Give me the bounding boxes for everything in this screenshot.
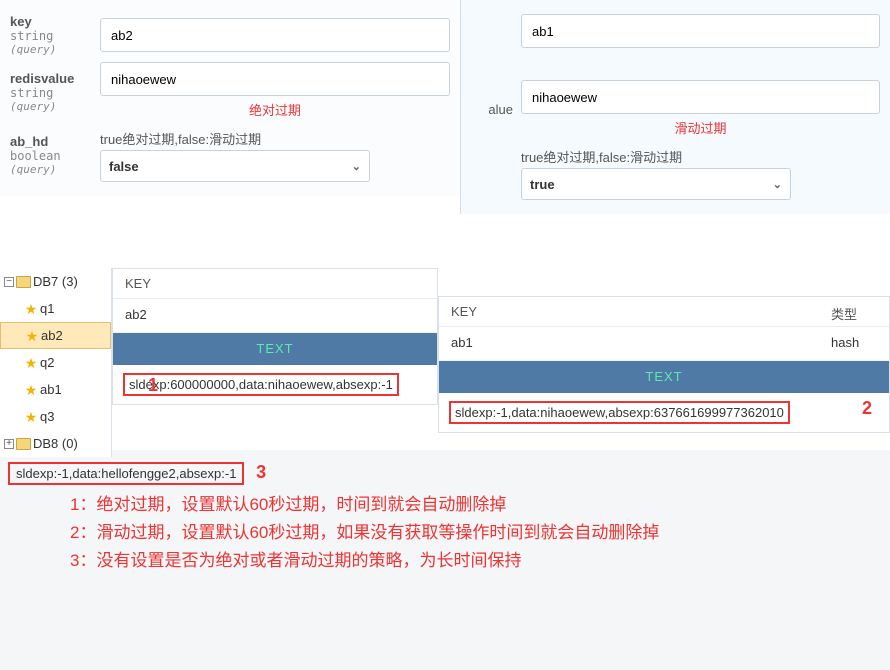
right-select-value: true (530, 177, 555, 192)
key-type: string (10, 29, 92, 43)
folder-icon (16, 276, 31, 288)
key-label: key (10, 14, 92, 29)
key-panel-left: KEY ab2 TEXT sldexp:600000000,data:nihao… (112, 268, 438, 405)
redisvalue-source: (query) (10, 100, 92, 113)
tree-item-ab1[interactable]: ★ ab1 (0, 376, 111, 403)
tree-item-label: ab1 (40, 382, 62, 397)
right-key-input[interactable] (521, 14, 880, 48)
chevron-down-icon: ⌄ (773, 178, 782, 191)
bottom-data-value: sldexp:-1,data:hellofengge2,absexp:-1 (8, 462, 244, 485)
right-value-input[interactable] (521, 80, 880, 114)
right-select[interactable]: true ⌄ (521, 168, 791, 200)
explain-line: 2：滑动过期，设置默认60秒过期，如果没有获取等操作时间到就会自动删除掉 (70, 519, 880, 547)
abhd-select-value: false (109, 159, 139, 174)
tree-item-ab2[interactable]: ★ ab2 (0, 322, 111, 349)
chevron-down-icon: ⌄ (352, 160, 361, 173)
bottom-block: sldexp:-1,data:hellofengge2,absexp:-1 3 … (8, 462, 880, 575)
redisvalue-label: redisvalue (10, 71, 92, 86)
kp-left-row[interactable]: ab2 (113, 299, 437, 333)
redisvalue-input[interactable] (100, 62, 450, 96)
right-value-row: alue 滑动过期 (461, 80, 890, 139)
kp-right-key-cell: ab1 (439, 327, 819, 360)
kp-left-text-bar[interactable]: TEXT (113, 333, 437, 365)
db8-label: DB8 (0) (33, 436, 78, 451)
tree-item-q1[interactable]: ★ q1 (0, 295, 111, 322)
kp-right-text-bar[interactable]: TEXT (439, 361, 889, 393)
redisvalue-type: string (10, 86, 92, 100)
tree-item-label: ab2 (41, 328, 63, 343)
star-icon: ★ (24, 356, 38, 370)
collapse-icon[interactable]: − (4, 277, 14, 287)
tree-item-q2[interactable]: ★ q2 (0, 349, 111, 376)
star-icon: ★ (25, 329, 39, 343)
expand-icon[interactable]: + (4, 439, 14, 449)
kp-right-data: sldexp:-1,data:nihaoewew,absexp:63766169… (439, 393, 889, 432)
right-value-label: alue (471, 102, 521, 117)
marker-2: 2 (862, 398, 872, 419)
left-red-note: 绝对过期 (100, 96, 450, 121)
right-red-note: 滑动过期 (521, 114, 880, 139)
db7-label: DB7 (3) (33, 274, 78, 289)
tree-item-label: q2 (40, 355, 54, 370)
abhd-row: ab_hd boolean (query) true绝对过期,false:滑动过… (0, 127, 460, 182)
kp-left-key-cell: ab2 (113, 299, 437, 332)
abhd-type: boolean (10, 149, 92, 163)
abhd-help: true绝对过期,false:滑动过期 (100, 127, 450, 150)
kp-left-header: KEY (113, 269, 437, 299)
right-form-panel: alue 滑动过期 true绝对过期,false:滑动过期 true ⌄ (460, 0, 890, 214)
abhd-source: (query) (10, 163, 92, 176)
marker-3: 3 (256, 462, 266, 482)
kp-right-type-header: 类型 (819, 297, 889, 326)
right-select-row: true绝对过期,false:滑动过期 true ⌄ (461, 145, 890, 200)
right-help: true绝对过期,false:滑动过期 (521, 145, 880, 168)
kp-left-data: sldexp:600000000,data:nihaoewew,absexp:-… (113, 365, 437, 404)
tree-item-q3[interactable]: ★ q3 (0, 403, 111, 430)
db-tree: − DB7 (3) ★ q1 ★ ab2 ★ q2 ★ ab1 ★ q3 + D… (0, 268, 112, 457)
explain-line: 3：没有设置是否为绝对或者滑动过期的策略，为长时间保持 (70, 547, 880, 575)
tree-item-label: q3 (40, 409, 54, 424)
key-panel-right: KEY 类型 ab1 hash TEXT sldexp:-1,data:niha… (438, 296, 890, 433)
star-icon: ★ (24, 302, 38, 316)
abhd-label: ab_hd (10, 134, 92, 149)
key-source: (query) (10, 43, 92, 56)
star-icon: ★ (24, 410, 38, 424)
folder-icon (16, 438, 31, 450)
redisvalue-row: redisvalue string (query) 绝对过期 (0, 62, 460, 121)
kp-right-key-header: KEY (439, 297, 819, 326)
explain-list: 1：绝对过期，设置默认60秒过期，时间到就会自动删除掉 2：滑动过期，设置默认6… (70, 491, 880, 575)
key-input[interactable] (100, 18, 450, 52)
kp-left-key-header: KEY (113, 269, 437, 298)
right-key-row (461, 14, 890, 48)
marker-1: 1 (148, 375, 158, 396)
explain-line: 1：绝对过期，设置默认60秒过期，时间到就会自动删除掉 (70, 491, 880, 519)
tree-node-db8[interactable]: + DB8 (0) (0, 430, 111, 457)
kp-right-data-value: sldexp:-1,data:nihaoewew,absexp:63766169… (449, 401, 790, 424)
kp-right-header: KEY 类型 (439, 297, 889, 327)
star-icon: ★ (24, 383, 38, 397)
tree-item-label: q1 (40, 301, 54, 316)
tree-node-db7[interactable]: − DB7 (3) (0, 268, 111, 295)
key-row: key string (query) (0, 14, 460, 56)
kp-right-type-cell: hash (819, 327, 889, 360)
kp-right-row[interactable]: ab1 hash (439, 327, 889, 361)
kp-left-data-value: sldexp:600000000,data:nihaoewew,absexp:-… (123, 373, 399, 396)
abhd-select[interactable]: false ⌄ (100, 150, 370, 182)
left-form-panel: key string (query) redisvalue string (qu… (0, 0, 460, 196)
